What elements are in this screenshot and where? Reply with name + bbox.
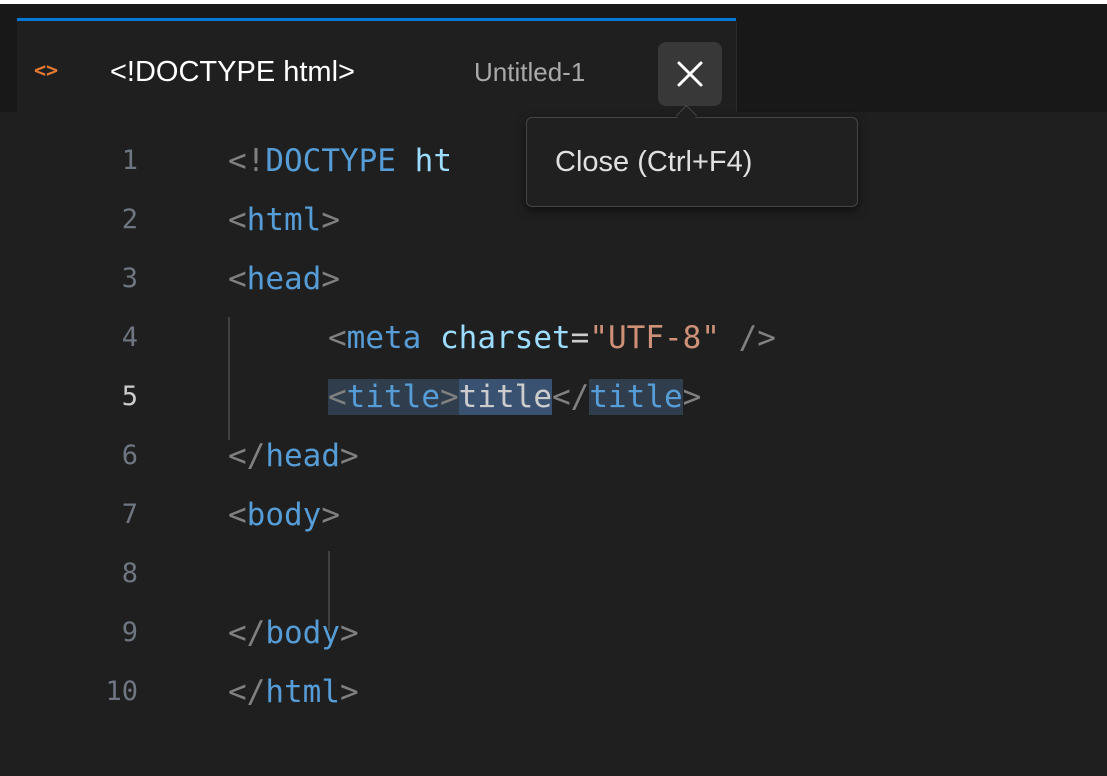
code-text: </body> — [228, 604, 359, 662]
code-token: title — [589, 379, 683, 415]
code-token: < — [228, 261, 247, 297]
code-token: meta — [346, 320, 422, 356]
code-token: > — [321, 261, 340, 297]
code-token: DOCTYPE — [265, 143, 396, 179]
code-text: <meta charset="UTF-8" /> — [328, 309, 776, 367]
code-token: "UTF-8" — [589, 320, 720, 356]
line-number: 1 — [121, 145, 138, 176]
code-token: < — [328, 379, 347, 415]
code-token: html — [246, 202, 322, 238]
code-token: body — [246, 497, 322, 533]
code-token: ht — [414, 143, 452, 179]
code-token: </ — [228, 674, 266, 710]
line-number: 6 — [121, 440, 138, 471]
code-token: > — [682, 379, 702, 415]
line-number: 3 — [121, 263, 138, 294]
code-token: = — [570, 320, 590, 356]
code-token: title — [346, 379, 440, 415]
code-token: charset — [440, 320, 571, 356]
code-line: 7 <body> — [0, 486, 1107, 544]
line-number: 10 — [105, 676, 138, 707]
tab-description[interactable]: Untitled-1 — [474, 52, 585, 92]
code-token: > — [339, 674, 359, 710]
tab-divider — [736, 22, 737, 113]
code-token: < — [228, 497, 247, 533]
line-number: 4 — [121, 322, 138, 353]
code-text: <head> — [228, 250, 340, 308]
code-token: </ — [228, 438, 266, 474]
code-line: 10 </html> — [0, 663, 1107, 721]
code-token: </ — [552, 379, 590, 415]
code-line-active: 5 <title>title</title> — [0, 368, 1107, 426]
close-tooltip: Close (Ctrl+F4) — [526, 117, 858, 207]
code-text: </head> — [228, 427, 359, 485]
code-token: < — [328, 320, 347, 356]
code-token: > — [321, 202, 340, 238]
code-text: <!DOCTYPE ht — [228, 132, 452, 190]
line-number: 2 — [121, 204, 138, 235]
line-number: 8 — [121, 558, 138, 589]
line-number: 9 — [121, 617, 138, 648]
code-text: </html> — [228, 663, 359, 721]
code-token: > — [440, 379, 459, 415]
code-token: > — [321, 497, 340, 533]
close-icon — [677, 61, 703, 87]
code-token: head — [246, 261, 322, 297]
code-token: body — [265, 615, 340, 651]
code-line: 9 </body> — [0, 604, 1107, 662]
code-line: 3 <head> — [0, 250, 1107, 308]
code-token: head — [265, 438, 340, 474]
code-token: html — [265, 674, 340, 710]
selected-word: title — [458, 379, 552, 415]
code-token: </ — [228, 615, 266, 651]
vscode-editor-window: <> <!DOCTYPE html> Untitled-1 1 <!DOCTYP… — [0, 0, 1107, 776]
code-token: < — [228, 202, 247, 238]
code-text: <body> — [228, 486, 340, 544]
code-line: 8 — [0, 545, 1107, 603]
code-text: <title>title</title> — [328, 368, 701, 426]
code-text: <html> — [228, 191, 340, 249]
html-file-icon: <> — [34, 58, 59, 82]
code-editor[interactable]: 1 <!DOCTYPE ht 2 <html> 3 <head> 4 <meta… — [0, 112, 1107, 776]
line-number: 5 — [121, 381, 138, 412]
code-token: /> — [719, 320, 776, 356]
code-token: > — [339, 438, 359, 474]
code-line: 4 <meta charset="UTF-8" /> — [0, 309, 1107, 367]
tab-close-button[interactable] — [658, 42, 722, 106]
code-token: > — [339, 615, 359, 651]
code-line: 6 </head> — [0, 427, 1107, 485]
code-token: <! — [228, 143, 266, 179]
line-number: 7 — [121, 499, 138, 530]
tooltip-text: Close (Ctrl+F4) — [555, 146, 753, 178]
tab-title[interactable]: <!DOCTYPE html> — [110, 52, 355, 92]
